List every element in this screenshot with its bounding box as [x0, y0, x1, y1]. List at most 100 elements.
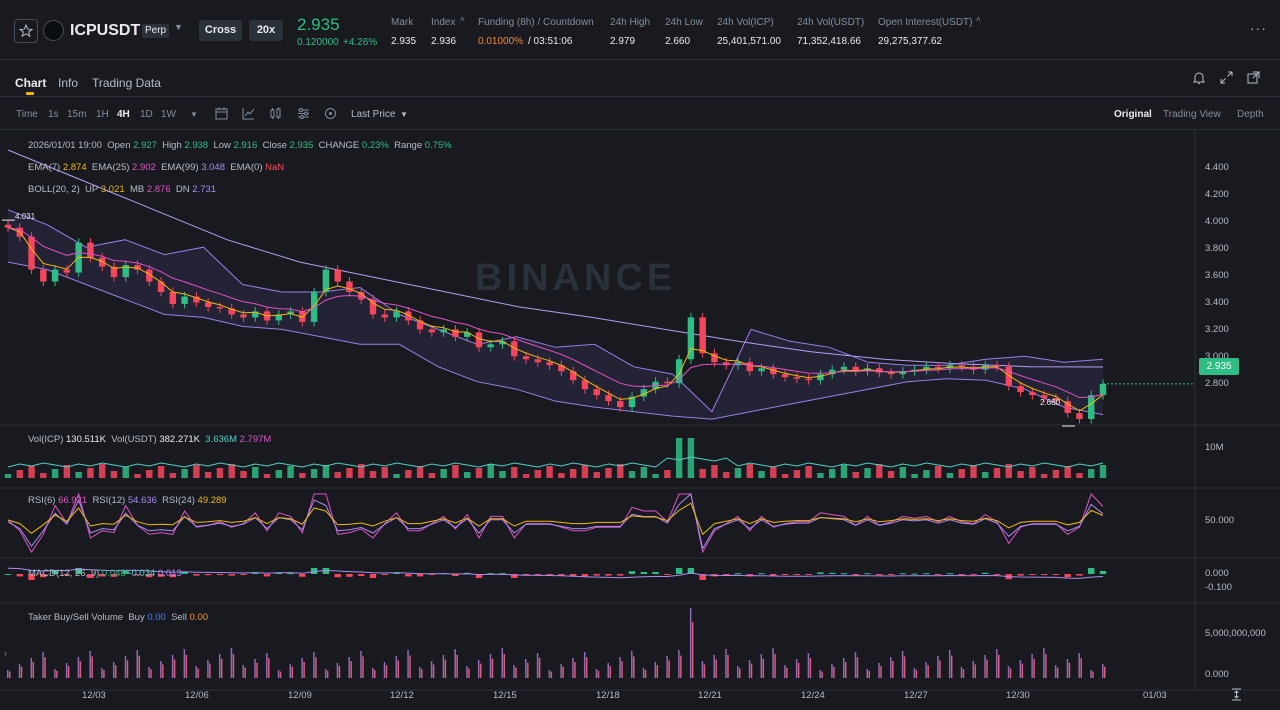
taker-buy-bar: [878, 663, 880, 678]
collapse-arrow-icon[interactable]: ›: [4, 648, 7, 658]
rsi24-label: RSI(24): [162, 495, 195, 506]
low-label: 24h Low: [665, 17, 703, 28]
expand-icon[interactable]: [1220, 71, 1233, 89]
taker-sell-bar: [197, 668, 199, 678]
taker-buy-bar: [230, 648, 233, 678]
oi-caret-icon[interactable]: ˄: [976, 15, 981, 24]
boll-mb-label: MB: [129, 184, 145, 195]
taker-sell-bar: [338, 666, 341, 678]
target-icon[interactable]: [324, 107, 337, 125]
taker-sell-bar: [1092, 671, 1094, 678]
rsi6-value: 66.921: [58, 495, 88, 506]
volume-bar: [534, 470, 542, 478]
settings-sliders-icon[interactable]: [297, 107, 310, 125]
ema25-value: 2.902: [132, 162, 156, 173]
taker-sell-bar: [479, 663, 482, 678]
popout-icon[interactable]: [1247, 71, 1260, 89]
indicator-icon[interactable]: [242, 107, 255, 125]
volume-bar: [157, 466, 165, 478]
taker-sell-bar: [1021, 663, 1024, 678]
volume-bar: [475, 468, 483, 478]
taker-buy-bar: [313, 652, 315, 678]
volume-bar: [817, 473, 824, 478]
calendar-icon[interactable]: [215, 107, 228, 125]
interval-more-icon[interactable]: ▼: [190, 110, 198, 119]
legend-date: 2026/01/01 19:00: [28, 140, 102, 151]
margin-mode-button[interactable]: Cross: [199, 20, 242, 41]
taker-sell-bar: [432, 664, 435, 678]
tab-info[interactable]: Info: [58, 76, 78, 90]
taker-buy-bar: [360, 651, 362, 678]
taker-sell-bar: [597, 670, 600, 678]
volume-bar: [169, 473, 177, 478]
taker-buy-value: 0.00: [147, 612, 166, 623]
reset-zoom-icon[interactable]: [1230, 688, 1243, 706]
candle-body: [1088, 395, 1095, 420]
volume-bar: [369, 471, 377, 478]
taker-sell-bar: [114, 665, 117, 678]
volume-bar: [440, 469, 447, 478]
interval-1h[interactable]: 1H: [96, 109, 109, 120]
macd-histogram-bar: [263, 574, 271, 577]
view-depth[interactable]: Depth: [1237, 109, 1264, 120]
taker-buy-bar: [890, 657, 892, 678]
leverage-button[interactable]: 20x: [249, 20, 283, 41]
volume-bar: [393, 474, 400, 478]
interval-1d[interactable]: 1D: [140, 109, 153, 120]
volume-bar: [970, 465, 977, 478]
taker-buy-bar: [254, 659, 256, 678]
tab-chart[interactable]: Chart: [15, 76, 46, 90]
volume-bar: [640, 467, 648, 478]
index-label[interactable]: Index: [431, 17, 455, 28]
taker-sell-bar: [421, 669, 423, 678]
candle-body: [534, 359, 542, 363]
ohlc-legend: 2026/01/01 19:00 Open 2.927 High 2.938 L…: [28, 140, 452, 151]
taker-buy-bar: [336, 663, 339, 678]
vol-usdt-legend-value: 382.271K: [159, 434, 201, 445]
taker-sell-bar: [91, 656, 93, 678]
macd-histogram-bar: [605, 574, 612, 576]
symbol-title[interactable]: ICPUSDT: [70, 22, 140, 40]
macd-histogram-bar: [993, 574, 1001, 575]
tab-trading-data[interactable]: Trading Data: [92, 76, 161, 90]
mark-label[interactable]: Mark: [391, 17, 413, 28]
price-tick: 3.600: [1205, 270, 1229, 281]
taker-sell-bar: [303, 662, 305, 678]
view-trading-view[interactable]: Trading View: [1163, 109, 1221, 120]
volume-bar: [134, 474, 141, 478]
more-icon[interactable]: ···: [1250, 20, 1267, 36]
view-original[interactable]: Original: [1114, 109, 1152, 120]
bell-icon[interactable]: [1192, 72, 1206, 90]
interval-15m[interactable]: 15m: [67, 109, 86, 120]
candle-body: [98, 257, 106, 267]
macd-histogram-bar: [1088, 568, 1095, 574]
legend-low-label: Low: [213, 140, 231, 151]
volume-bar: [770, 467, 777, 478]
price-type-select[interactable]: Last Price: [351, 109, 395, 120]
price-type-caret-icon[interactable]: ▼: [400, 110, 408, 119]
candle-body: [558, 365, 565, 372]
candle-type-icon[interactable]: [269, 107, 282, 125]
taker-sell-bar: [621, 661, 623, 678]
interval-1s[interactable]: 1s: [48, 109, 59, 120]
candlestick-chart[interactable]: BINANCE: [0, 130, 1280, 710]
interval-time[interactable]: Time: [16, 109, 38, 120]
star-icon[interactable]: [14, 19, 38, 43]
taker-legend: Taker Buy/Sell Volume Buy 0.00 Sell 0.00: [28, 612, 208, 623]
symbol-dropdown-icon[interactable]: ▼: [174, 22, 183, 32]
taker-buy-bar: [819, 670, 821, 678]
funding-label[interactable]: Funding (8h) / Countdown: [478, 17, 594, 28]
taker-sell-bar: [538, 658, 541, 678]
interval-4h[interactable]: 4H: [117, 109, 130, 120]
macd-histogram-bar: [899, 573, 907, 575]
interval-1w[interactable]: 1W: [161, 109, 176, 120]
taker-sell-bar: [739, 668, 741, 678]
open-interest-label[interactable]: Open Interest(USDT): [878, 17, 972, 28]
macd-histogram-bar: [652, 572, 659, 574]
index-caret-icon[interactable]: ˄: [460, 15, 465, 24]
chart-toolbar: Time 1s 15m 1H 4H 1D 1W ▼ Last Price ▼ O…: [0, 97, 1280, 130]
vol-usdt-legend-label: Vol(USDT): [111, 434, 157, 445]
x-tick: 12/21: [698, 690, 722, 701]
macd-histogram-bar: [299, 574, 306, 577]
taker-buy-bar: [1031, 654, 1033, 678]
